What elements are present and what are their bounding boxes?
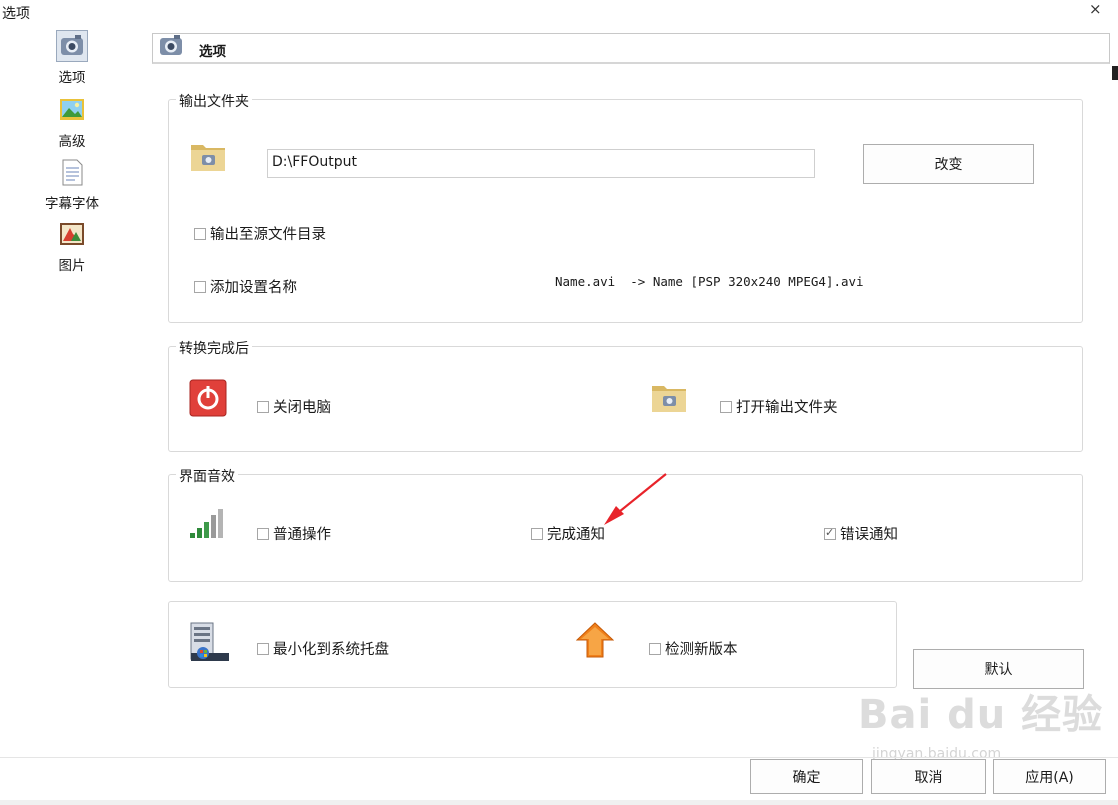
folder-icon: [189, 139, 227, 177]
checkbox-box[interactable]: [257, 527, 269, 540]
checkbox-label: 输出至源文件目录: [210, 227, 326, 243]
checkbox-box[interactable]: [720, 400, 732, 413]
normal-operation-checkbox[interactable]: 普通操作: [257, 523, 331, 544]
power-icon: [189, 379, 227, 421]
checkbox-label: 普通操作: [273, 527, 331, 543]
checkbox-box[interactable]: [257, 400, 269, 413]
check-update-checkbox[interactable]: 检测新版本: [649, 638, 738, 659]
minimize-tray-checkbox[interactable]: 最小化到系统托盘: [257, 638, 389, 659]
sidebar-item-subtitle-font[interactable]: 字幕字体: [40, 156, 104, 212]
after-conversion-legend: 转换完成后: [176, 338, 252, 358]
annotation-arrow-icon: [604, 473, 667, 525]
window-title: 选项: [2, 6, 30, 22]
close-button[interactable]: ×: [1089, 0, 1103, 18]
sidebar-item-label: 高级: [58, 134, 86, 150]
landscape-picture-icon: [56, 94, 88, 126]
checkbox-label: 关闭电脑: [273, 400, 331, 416]
error-notification-checkbox[interactable]: 错误通知: [824, 523, 898, 544]
volume-bars-icon: [189, 507, 229, 543]
open-output-folder-checkbox[interactable]: 打开输出文件夹: [720, 396, 838, 417]
add-setting-name-checkbox[interactable]: 添加设置名称: [194, 276, 297, 297]
shutdown-checkbox[interactable]: 关闭电脑: [257, 396, 331, 417]
sidebar-item-label: 字幕字体: [45, 196, 99, 212]
page-title: 选项: [199, 44, 226, 60]
output-folder-legend: 输出文件夹: [176, 91, 252, 111]
header-bar: [152, 33, 1110, 64]
footer-divider: [0, 757, 1118, 758]
options-camera-icon: [156, 31, 188, 61]
cancel-button[interactable]: 取消: [871, 759, 986, 794]
checkbox-box[interactable]: [824, 526, 836, 540]
document-icon: [56, 156, 88, 188]
output-path-input[interactable]: D:\FFOutput: [267, 149, 815, 178]
sidebar-item-label: 选项: [58, 70, 86, 86]
system-tray-window-icon: [189, 621, 231, 667]
checkbox-box[interactable]: [194, 280, 206, 293]
window-bottom-edge: [0, 800, 1118, 805]
checkbox-box[interactable]: [194, 227, 206, 240]
output-folder-group: [168, 99, 1083, 323]
checkbox-label: 错误通知: [840, 527, 898, 543]
apply-button[interactable]: 应用(A): [993, 759, 1106, 794]
checkbox-label: 打开输出文件夹: [736, 400, 838, 416]
baidu-watermark: Bai du 经验: [858, 692, 1104, 738]
checkbox-label: 最小化到系统托盘: [273, 642, 389, 658]
sidebar-item-picture[interactable]: 图片: [40, 218, 104, 274]
checkbox-box[interactable]: [531, 527, 543, 540]
options-camera-icon: [56, 30, 88, 62]
sidebar-item-options[interactable]: 选项: [40, 30, 104, 86]
checkbox-label: 添加设置名称: [210, 280, 297, 296]
output-to-source-checkbox[interactable]: 输出至源文件目录: [194, 223, 326, 244]
change-folder-button[interactable]: 改变: [863, 144, 1034, 184]
sidebar-item-advanced[interactable]: 高级: [40, 94, 104, 150]
checkbox-label: 检测新版本: [665, 642, 738, 658]
up-arrow-icon: [575, 622, 615, 662]
window-edge: [1112, 66, 1118, 80]
ok-button[interactable]: 确定: [750, 759, 863, 794]
picture-book-icon: [56, 218, 88, 250]
ui-sound-legend: 界面音效: [176, 466, 238, 486]
sidebar-item-label: 图片: [58, 258, 86, 274]
folder-icon: [650, 380, 688, 418]
checkbox-box[interactable]: [257, 642, 269, 655]
name-example-text: Name.avi -> Name [PSP 320x240 MPEG4].avi: [555, 274, 864, 289]
checkbox-box[interactable]: [649, 642, 661, 655]
